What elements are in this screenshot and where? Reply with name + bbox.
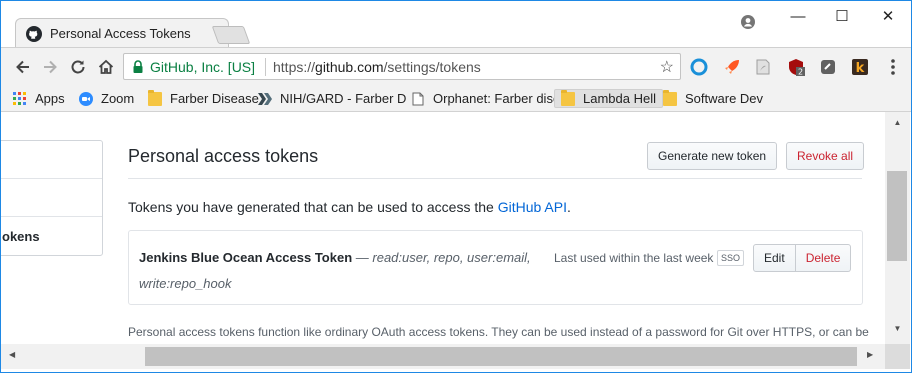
token-description: Jenkins Blue Ocean Access Token — read:u… (139, 250, 531, 265)
ublock-icon[interactable]: 2 (787, 58, 805, 76)
url-path: /settings/tokens (383, 59, 481, 75)
gard-icon (258, 92, 272, 105)
bookmark-label: Apps (35, 91, 65, 106)
horizontal-scrollbar-thumb[interactable] (145, 347, 857, 366)
bookmark-software-dev[interactable]: Software Dev (663, 89, 763, 108)
desc-suffix: . (566, 199, 571, 215)
token-actions: Edit Delete (753, 244, 852, 272)
chrome-menu-icon[interactable] (890, 58, 896, 76)
page-viewport: okens Personal access tokens Generate ne… (1, 112, 894, 344)
profile-icon[interactable] (741, 15, 755, 29)
rocket-icon[interactable] (723, 58, 741, 76)
token-scopes: read:user, repo, user:email, (372, 250, 531, 265)
tab-personal-access-tokens[interactable]: Personal Access Tokens × (15, 18, 229, 48)
sidenav-item-label: okens (2, 229, 40, 244)
scroll-left-arrow-icon[interactable]: ◀ (9, 350, 15, 359)
maximize-button[interactable]: ☐ (832, 7, 852, 27)
title-divider (128, 178, 862, 179)
bookmarks-bar: Apps Zoom Farber Disease NIH/GARD - Farb… (1, 85, 911, 112)
page-icon (412, 92, 424, 105)
tab-strip: Personal Access Tokens × — ☐ ✕ (1, 1, 911, 48)
tokens-description: Tokens you have generated that can be us… (128, 199, 571, 215)
url-text: https://github.com/settings/tokens (273, 59, 481, 75)
token-scopes-continued: write:repo_hook (139, 276, 232, 291)
minimize-button[interactable]: — (788, 7, 808, 27)
bookmark-label: NIH/GARD - Farber D (280, 91, 407, 106)
revoke-all-button[interactable]: Revoke all (786, 142, 865, 170)
browser-window: Personal Access Tokens × — ☐ ✕ (0, 0, 912, 373)
scroll-down-arrow-icon[interactable]: ▼ (885, 324, 910, 333)
omnibox-separator (265, 58, 266, 76)
vertical-scrollbar[interactable]: ▲ ▼ (885, 112, 910, 344)
k-icon[interactable]: k (851, 58, 869, 76)
sidenav-item-personal-access-tokens[interactable]: okens (1, 217, 102, 255)
blue-circle-icon[interactable] (690, 58, 708, 76)
horizontal-scrollbar[interactable]: ◀ ▶ (1, 344, 885, 369)
bookmark-lambda-hell[interactable]: Lambda Hell (554, 89, 663, 108)
page-title: Personal access tokens (128, 146, 319, 166)
bookmark-apps[interactable]: Apps (13, 89, 65, 108)
ev-certificate-label: GitHub, Inc. [US] (150, 59, 256, 75)
bookmark-label: Zoom (101, 91, 135, 106)
bookmark-label: Lambda Hell (583, 91, 656, 106)
tokens-footnote: Personal access tokens function like ord… (128, 325, 869, 339)
address-bar[interactable]: GitHub, Inc. [US] https://github.com/set… (123, 53, 681, 80)
lock-icon (133, 60, 143, 73)
extension-icon[interactable] (819, 58, 837, 76)
token-last-used: Last used within the last week (554, 251, 714, 265)
url-protocol: https:// (273, 59, 316, 75)
github-api-link[interactable]: GitHub API (498, 199, 567, 215)
url-domain: github.com (315, 59, 384, 75)
generate-new-token-button[interactable]: Generate new token (647, 142, 778, 170)
bookmark-label: Orphanet: Farber dise (433, 91, 561, 106)
folder-icon (561, 89, 575, 106)
bookmark-label: Farber Disease (170, 91, 259, 106)
ublock-badge: 2 (798, 68, 803, 77)
forward-arrow-icon[interactable] (40, 57, 60, 77)
tab-title: Personal Access Tokens (50, 26, 191, 41)
scroll-right-arrow-icon[interactable]: ▶ (867, 350, 873, 359)
scroll-up-arrow-icon[interactable]: ▲ (885, 118, 910, 127)
desc-text: Tokens you have generated that can be us… (128, 199, 498, 215)
pdf-icon[interactable] (754, 58, 772, 76)
vertical-scrollbar-thumb[interactable] (887, 171, 907, 261)
bookmark-zoom[interactable]: Zoom (79, 89, 134, 108)
zoom-icon (79, 91, 93, 106)
apps-grid-icon (13, 91, 26, 105)
edit-token-button[interactable]: Edit (753, 244, 796, 272)
svg-text:k: k (856, 61, 865, 76)
new-tab-button[interactable] (211, 26, 251, 44)
github-octocat-icon (26, 26, 42, 42)
bookmark-label: Software Dev (685, 91, 764, 106)
folder-icon (148, 89, 162, 106)
folder-icon (663, 89, 677, 106)
sidenav-item[interactable] (1, 141, 102, 179)
bookmark-farber-disease[interactable]: Farber Disease (148, 89, 259, 108)
close-window-button[interactable]: ✕ (878, 7, 898, 27)
sso-badge[interactable]: SSO (717, 250, 745, 266)
bookmark-orphanet[interactable]: Orphanet: Farber dise (411, 89, 560, 108)
bookmark-star-icon[interactable]: ☆ (660, 57, 674, 77)
back-arrow-icon[interactable] (13, 57, 33, 77)
token-dash: — (352, 250, 373, 265)
token-item: Jenkins Blue Ocean Access Token — read:u… (128, 230, 863, 305)
browser-toolbar: GitHub, Inc. [US] https://github.com/set… (1, 47, 911, 85)
settings-sidenav: okens (1, 140, 103, 256)
scrollbar-corner (885, 344, 910, 369)
bookmark-nih-gard[interactable]: NIH/GARD - Farber D (258, 89, 406, 108)
delete-token-button[interactable]: Delete (795, 244, 852, 272)
sidenav-item[interactable] (1, 179, 102, 217)
home-icon[interactable] (96, 57, 116, 77)
token-name: Jenkins Blue Ocean Access Token (139, 250, 353, 265)
reload-icon[interactable] (68, 57, 88, 77)
